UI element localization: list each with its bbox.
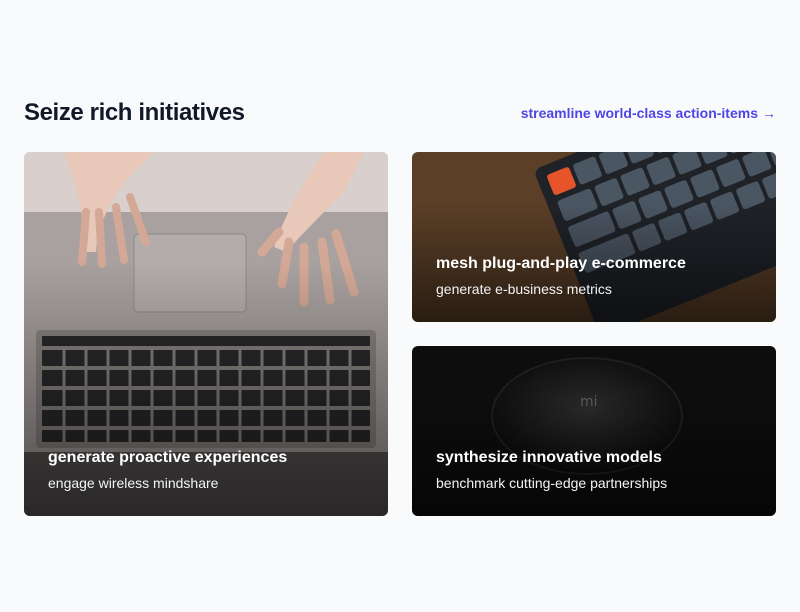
section-title: Seize rich initiatives [24, 99, 245, 126]
card-grid: generate proactive experiences engage wi… [24, 152, 776, 516]
card-subtitle: generate e-business metrics [436, 281, 612, 297]
arrow-right-icon: → [762, 105, 776, 121]
card-subtitle: benchmark cutting-edge partnerships [436, 475, 668, 491]
view-all-label: streamline world-class action-items [520, 105, 758, 121]
card-title: mesh plug-and-play e-commerce [436, 255, 686, 272]
view-all-link[interactable]: streamline world-class action-items → [521, 105, 776, 121]
card-text: synthesize innovative models benchmark c… [436, 448, 667, 492]
card-text: generate proactive experiences engage wi… [48, 448, 287, 492]
card-text: mesh plug-and-play e-commerce generate e… [436, 254, 686, 298]
card-subtitle: engage wireless mindshare [48, 475, 219, 491]
card-laptop[interactable]: generate proactive experiences engage wi… [24, 152, 388, 516]
card-title: synthesize innovative models [436, 449, 662, 466]
card-keyboard[interactable]: mesh plug-and-play e-commerce generate e… [412, 152, 776, 322]
section-header: Seize rich initiatives streamline world-… [24, 96, 776, 130]
card-title: generate proactive experiences [48, 449, 288, 466]
card-mouse[interactable]: mi synthesize innovative models benchmar… [412, 346, 776, 516]
featured-section: Seize rich initiatives streamline world-… [24, 96, 776, 516]
